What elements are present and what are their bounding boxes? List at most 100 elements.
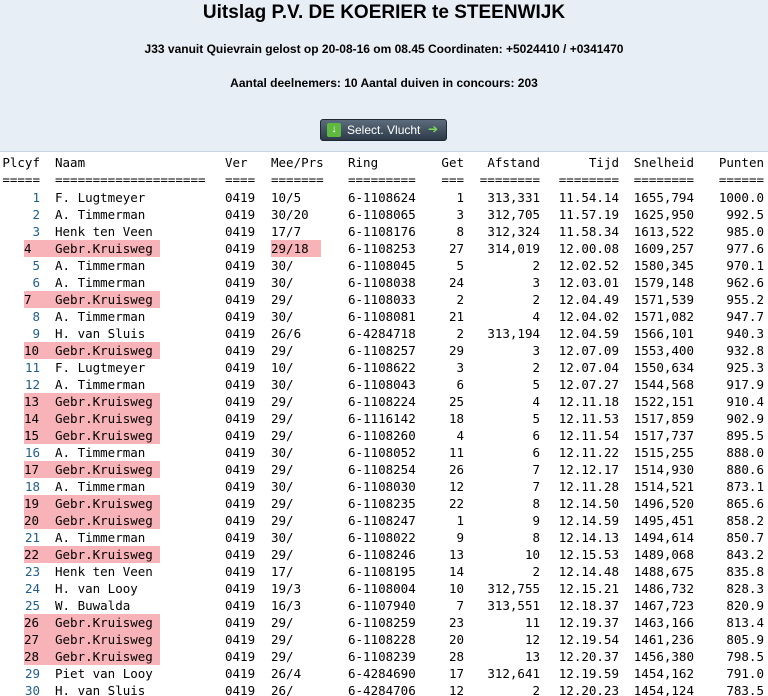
cell-ring: 6-4284690 <box>348 666 416 681</box>
cell-get: 18 <box>448 411 464 426</box>
cell-ring: 6-1108030 <box>348 479 416 494</box>
cell-get: 1 <box>456 513 464 528</box>
cell-get: 23 <box>448 615 464 630</box>
cell-ver: 0419 <box>225 683 256 696</box>
cell-snelheid: 1486,732 <box>633 581 694 596</box>
cell-afstand: 312,641 <box>487 666 540 681</box>
cell-tijd: 12.20.23 <box>558 683 619 696</box>
cell-afstand: Afstand <box>487 155 540 170</box>
cell-tijd: 12.04.49 <box>558 292 619 307</box>
cell-name: Gebr.Kruisweg <box>55 614 160 631</box>
cell-ring: 6-1108043 <box>348 377 416 392</box>
cell-ver: 0419 <box>225 292 256 307</box>
cell-mee-prs: 29/ <box>271 615 294 630</box>
cell-mee-prs: 17/7 <box>271 224 302 239</box>
cell-ver: 0419 <box>225 530 256 545</box>
cell-place: 13 <box>24 393 55 410</box>
cell-tijd: 11.58.34 <box>558 224 619 239</box>
cell-mee-prs: 29/ <box>271 649 294 664</box>
cell-place: ===== <box>2 172 40 187</box>
cell-tijd: 12.11.28 <box>558 479 619 494</box>
cell-snelheid: 1625,950 <box>633 207 694 222</box>
cell-name: Gebr.Kruisweg <box>55 546 160 563</box>
table-row: 28 Gebr.Kruisweg 0419 29/6-1108239 28 13 12.20… <box>0 648 768 665</box>
cell-snelheid: 1522,151 <box>633 394 694 409</box>
cell-name: Gebr.Kruisweg <box>55 631 160 648</box>
cell-punten: 820.9 <box>726 598 764 613</box>
cell-get: 27 <box>448 241 464 256</box>
cell-ver: 0419 <box>225 598 256 613</box>
cell-afstand: 2 <box>532 258 540 273</box>
cell-tijd: 12.07.27 <box>558 377 619 392</box>
cell-tijd: 12.04.02 <box>558 309 619 324</box>
cell-ver: 0419 <box>225 479 256 494</box>
cell-place: 26 <box>24 614 55 631</box>
cell-mee-prs: 29/ <box>271 513 294 528</box>
cell-afstand: 8 <box>532 496 540 511</box>
cell-name: Gebr.Kruisweg <box>55 495 160 512</box>
cell-get: 26 <box>448 462 464 477</box>
cell-mee-prs: 30/20 <box>271 207 309 222</box>
cell-afstand: 3 <box>532 275 540 290</box>
cell-ring: 6-4284706 <box>348 683 416 696</box>
cell-punten: 783.5 <box>726 683 764 696</box>
cell-ring: 6-1108038 <box>348 275 416 290</box>
cell-punten: 940.3 <box>726 326 764 341</box>
cell-snelheid: 1571,082 <box>633 309 694 324</box>
cell-tijd: 11.57.19 <box>558 207 619 222</box>
table-separator: ===== ==================== ==== ======= ====… <box>0 171 768 188</box>
cell-ver: Ver <box>225 155 248 170</box>
cell-name: Henk ten Veen <box>55 564 153 579</box>
cell-place: 27 <box>24 631 55 648</box>
cell-mee-prs: 29/ <box>271 547 294 562</box>
cell-afstand: 2 <box>532 292 540 307</box>
table-row: 12 A. Timmerman 0419 30/6-1108043 6 5 12.07.27… <box>0 376 768 393</box>
cell-snelheid: 1553,400 <box>633 343 694 358</box>
cell-punten: 970.1 <box>726 258 764 273</box>
cell-name: H. van Looy <box>55 581 138 596</box>
table-row: 11 F. Lugtmeyer 0419 10/6-1108622 3 2 12.07.04… <box>0 359 768 376</box>
cell-ring: Ring <box>348 155 379 170</box>
cell-mee-prs: 30/ <box>271 445 294 460</box>
cell-place: 17 <box>24 461 55 478</box>
cell-mee-prs: 29/ <box>271 411 294 426</box>
cell-snelheid: 1496,520 <box>633 496 694 511</box>
toolbar: ↓ Select. Vlucht ➔ <box>0 111 768 152</box>
cell-mee-prs: 29/ <box>271 428 294 443</box>
cell-place: 18 <box>24 479 40 494</box>
cell-name: Gebr.Kruisweg <box>55 512 160 529</box>
cell-get: 17 <box>448 666 464 681</box>
cell-tijd: 12.12.17 <box>558 462 619 477</box>
cell-ver: 0419 <box>225 258 256 273</box>
table-row: 4 Gebr.Kruisweg 0419 29/18 6-1108253 27 314,01… <box>0 240 768 257</box>
cell-punten: 992.5 <box>726 207 764 222</box>
cell-punten: 888.0 <box>726 445 764 460</box>
cell-name: A. Timmerman <box>55 530 146 545</box>
cell-tijd: Tijd <box>588 155 619 170</box>
cell-afstand: 313,551 <box>487 598 540 613</box>
table-row: 1 F. Lugtmeyer 0419 10/5 6-1108624 1 313,331 11… <box>0 189 768 206</box>
cell-snelheid: 1580,345 <box>633 258 694 273</box>
select-flight-button[interactable]: ↓ Select. Vlucht ➔ <box>320 119 447 141</box>
cell-name: A. Timmerman <box>55 445 146 460</box>
cell-snelheid: 1613,522 <box>633 224 694 239</box>
cell-afstand: 9 <box>532 513 540 528</box>
cell-snelheid: 1489,068 <box>633 547 694 562</box>
cell-mee-prs: ======= <box>271 172 324 187</box>
table-row: 27 Gebr.Kruisweg 0419 29/6-1108228 20 12 12.19… <box>0 631 768 648</box>
cell-place: 29 <box>24 666 40 681</box>
cell-get: 8 <box>456 224 464 239</box>
table-row: 22 Gebr.Kruisweg 0419 29/6-1108246 13 10 12.15… <box>0 546 768 563</box>
cell-name: Piet van Looy <box>55 666 153 681</box>
cell-ring: 6-1108033 <box>348 292 416 307</box>
cell-afstand: 312,755 <box>487 581 540 596</box>
cell-punten: 925.3 <box>726 360 764 375</box>
cell-ver: 0419 <box>225 275 256 290</box>
cell-ring: 6-1108004 <box>348 581 416 596</box>
cell-get: 11 <box>448 445 464 460</box>
cell-ver: 0419 <box>225 615 256 630</box>
cell-get: 10 <box>448 581 464 596</box>
table-row: 20 Gebr.Kruisweg 0419 29/6-1108247 1 9 12.14.5… <box>0 512 768 529</box>
table-row: 30 H. van Sluis 0419 26/6-4284706 12 2 12.20.2… <box>0 682 768 696</box>
cell-tijd: 12.14.59 <box>558 513 619 528</box>
